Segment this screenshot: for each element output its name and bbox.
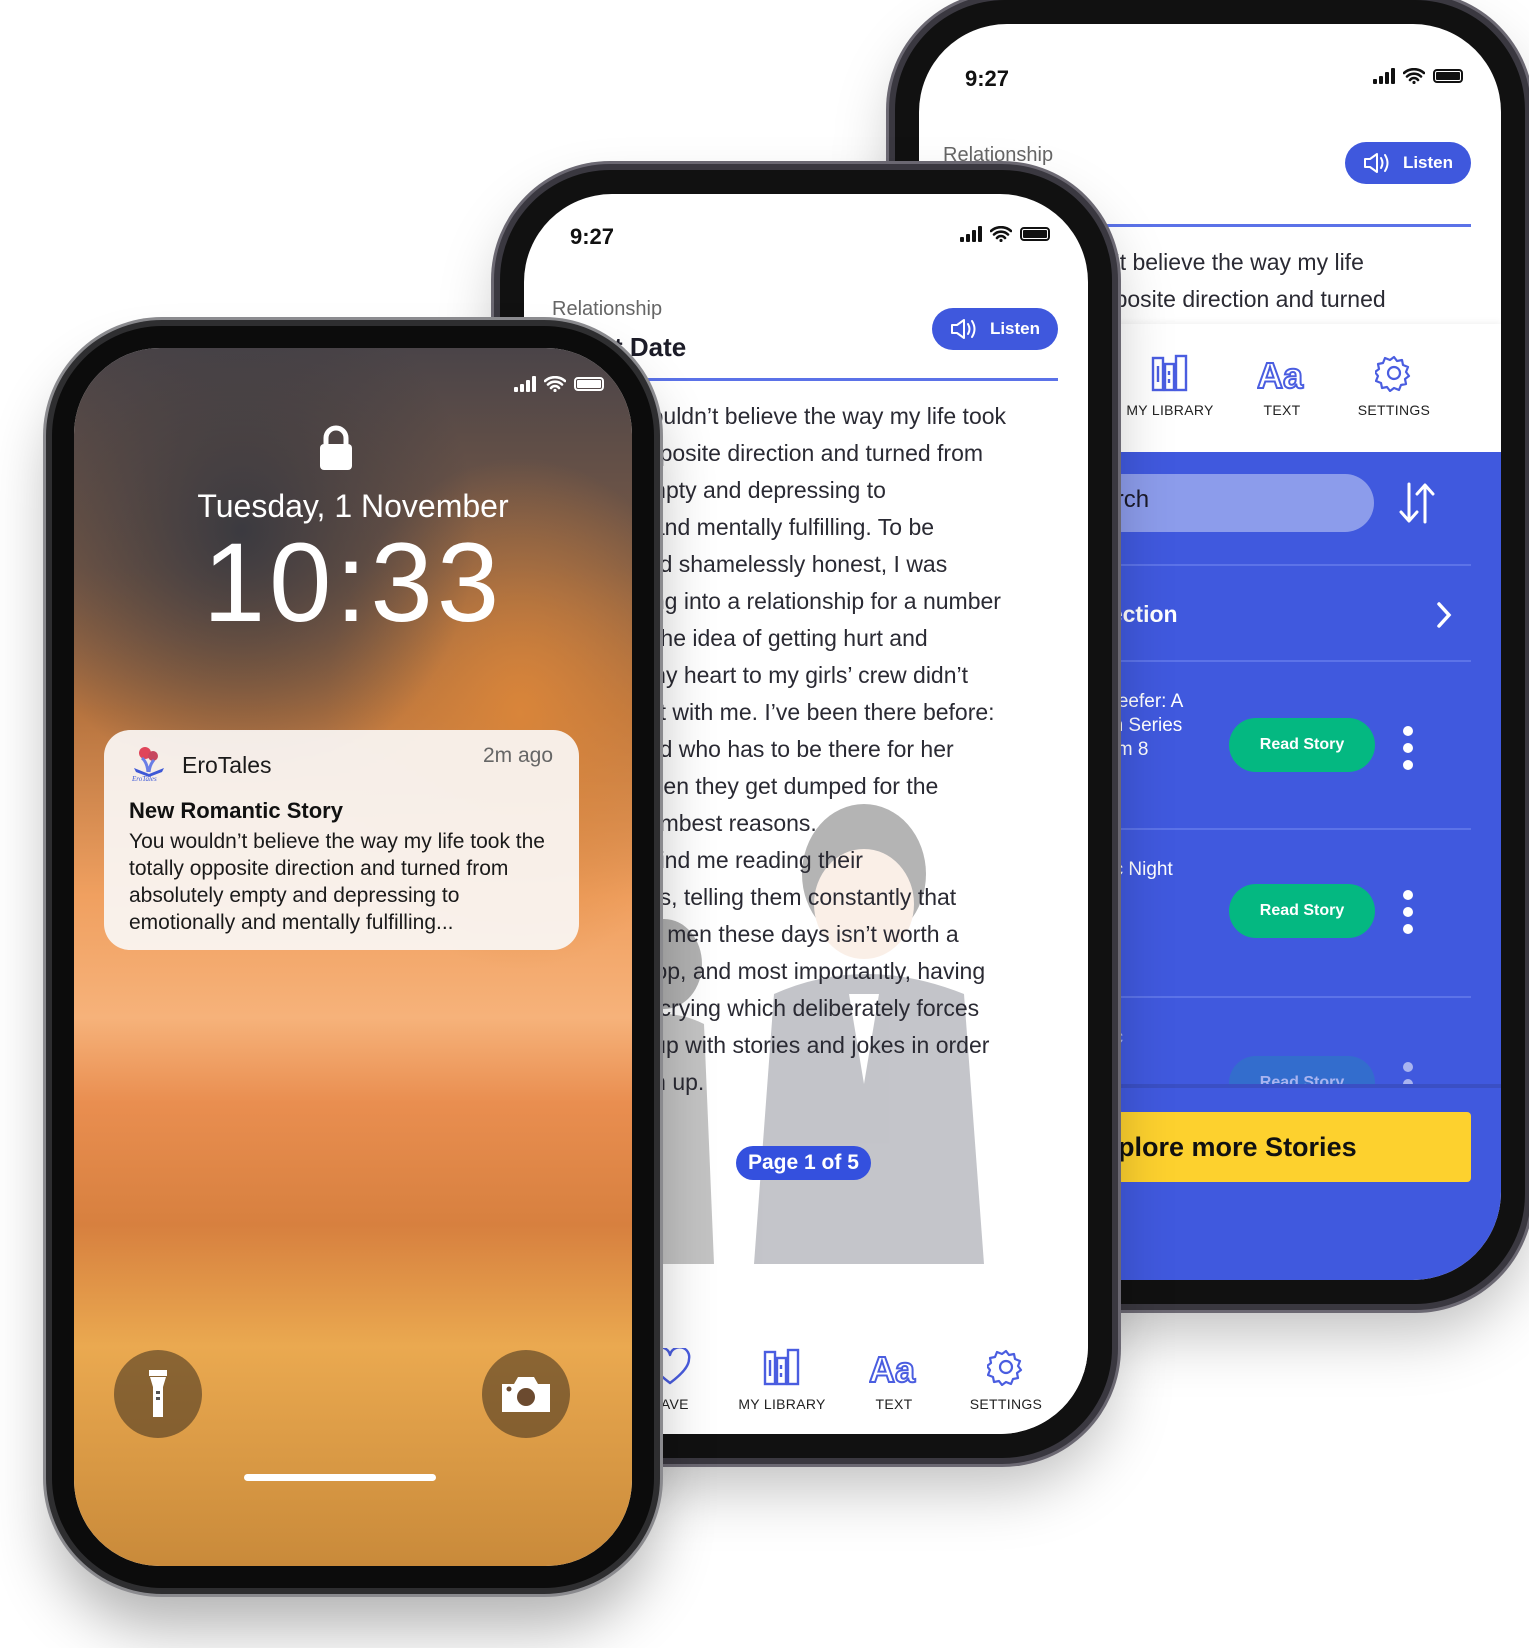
notification-body: You wouldn’t believe the way my life too… [129, 830, 545, 934]
front-phone: Tuesday, 1 November 10:33 EroTales EroTa… [52, 326, 654, 1588]
heart-icon [649, 1348, 691, 1385]
story-line: ter men these days isn’t worth a [634, 921, 959, 947]
status-time: 9:27 [570, 224, 615, 249]
listen-button[interactable]: Listen [931, 308, 1058, 350]
battery-icon [1020, 227, 1050, 241]
middle-tabbar: SAVE MY LIBRARY Aa TEXT SETTINGS [614, 1348, 1062, 1412]
gear-icon [987, 1349, 1023, 1386]
erotales-logo-icon: EroTales [131, 747, 164, 782]
wifi-icon [544, 376, 566, 392]
svg-text:Aa: Aa [1257, 355, 1304, 392]
listen-label: Listen [989, 319, 1040, 338]
story-line: . The idea of getting hurt and [634, 625, 928, 651]
notification-title: New Romantic Story [129, 798, 343, 823]
story-line: dumbest reasons. [634, 810, 817, 836]
camera-button[interactable] [482, 1350, 570, 1438]
text-size-icon: Aa [869, 1348, 917, 1386]
home-indicator[interactable] [244, 1474, 436, 1481]
story-line: drop, and most importantly, having [634, 958, 986, 984]
signal-icon [960, 226, 982, 242]
tab-my-library[interactable]: MY LIBRARY [726, 1348, 838, 1412]
notification-app-name: EroTales [182, 752, 272, 778]
story-line: when they get dumped for the [634, 773, 939, 799]
story-line: ght with me. I’ve been there before: [634, 699, 995, 725]
story-line: dn’t believe the way my life [1089, 249, 1364, 275]
category-label: Relationship [552, 298, 663, 320]
story-line: empty and depressing to [634, 477, 886, 503]
wifi-icon [990, 226, 1012, 242]
tab-label: TEXT [1263, 402, 1301, 418]
story-line: d find me reading their [634, 847, 863, 873]
story-line: em up. [634, 1069, 705, 1095]
explore-label: Explore more Stories [1085, 1131, 1357, 1162]
status-bar: 9:27 [524, 224, 1088, 254]
sort-icon[interactable] [1397, 480, 1437, 526]
tab-label: TEXT [875, 1396, 913, 1412]
notification-age: 2m ago [482, 744, 553, 767]
library-icon [763, 1348, 800, 1386]
story-line: ons, telling them constantly that [634, 884, 957, 910]
story-line: and shamelessly honest, I was [634, 551, 948, 577]
more-options-icon[interactable] [1403, 726, 1413, 770]
listen-label: Listen [1402, 153, 1453, 172]
tab-my-library[interactable]: MY LIBRARY [1114, 354, 1226, 418]
svg-text:Aa: Aa [869, 1349, 916, 1386]
speaker-icon [1363, 153, 1389, 173]
speaker-icon [950, 319, 976, 339]
library-icon [1151, 354, 1188, 392]
lock-screen: Tuesday, 1 November 10:33 EroTales EroTa… [74, 348, 632, 1566]
story-line: tting into a relationship for a number [634, 588, 1001, 614]
text-size-icon: Aa [1257, 354, 1305, 392]
title-rule [1079, 224, 1471, 227]
story-line: y and mentally fulfilling. To be [634, 514, 935, 540]
chevron-right-icon [1437, 602, 1452, 628]
tab-label: SAVE [651, 1396, 689, 1412]
title-rule [644, 378, 1058, 381]
more-options-icon[interactable] [1403, 1062, 1413, 1084]
tab-label: SETTINGS [969, 1396, 1043, 1412]
story-line: end who has to be there for her [634, 736, 954, 762]
camera-icon [502, 1377, 550, 1412]
story-line: m crying which deliberately forces [634, 995, 980, 1021]
story-line: t my heart to my girls’ crew didn’t [634, 662, 969, 688]
read-story-button[interactable]: Read Story [1229, 718, 1375, 772]
notification-card[interactable]: EroTales EroTales 2m ago New Romantic St… [104, 730, 579, 950]
read-story-button[interactable]: Read Story [1229, 1056, 1375, 1084]
battery-icon [574, 377, 604, 391]
status-time: 9:27 [965, 66, 1010, 91]
battery-icon [1433, 69, 1463, 83]
gear-icon [1375, 355, 1411, 392]
tab-label: MY LIBRARY [1126, 402, 1214, 418]
tab-text[interactable]: Aa TEXT [838, 1348, 950, 1412]
wifi-icon [1403, 68, 1425, 84]
svg-text:EroTales: EroTales [131, 775, 157, 782]
story-line: opposite direction and turned [1089, 286, 1386, 312]
tab-settings[interactable]: SETTINGS [950, 1348, 1062, 1412]
flashlight-icon [149, 1370, 167, 1417]
page-indicator: Page 1 of 5 [736, 1146, 871, 1180]
tab-settings[interactable]: SETTINGS [1338, 354, 1450, 418]
story-line: e up with stories and jokes in order [634, 1032, 990, 1058]
category-label: Relationship [943, 144, 1054, 166]
more-options-icon[interactable] [1403, 890, 1413, 934]
tab-label: SETTINGS [1357, 402, 1431, 418]
story-text: wouldn’t believe the way my life took op… [634, 398, 1006, 1101]
back-tabbar: MY LIBRARY Aa TEXT SETTINGS [1114, 354, 1450, 418]
lock-icon [320, 425, 352, 470]
lock-time: 10:33 [202, 520, 504, 645]
read-story-button[interactable]: Read Story [1229, 884, 1375, 938]
status-bar [74, 374, 632, 404]
tab-label: MY LIBRARY [738, 1396, 826, 1412]
status-bar: 9:27 [919, 66, 1501, 96]
signal-icon [514, 376, 536, 392]
signal-icon [1373, 68, 1395, 84]
tab-text[interactable]: Aa TEXT [1226, 354, 1338, 418]
listen-button[interactable]: Listen [1344, 142, 1471, 184]
story-line: wouldn’t believe the way my life took [634, 403, 1007, 429]
flashlight-button[interactable] [114, 1350, 202, 1438]
story-line: opposite direction and turned from [634, 440, 984, 466]
